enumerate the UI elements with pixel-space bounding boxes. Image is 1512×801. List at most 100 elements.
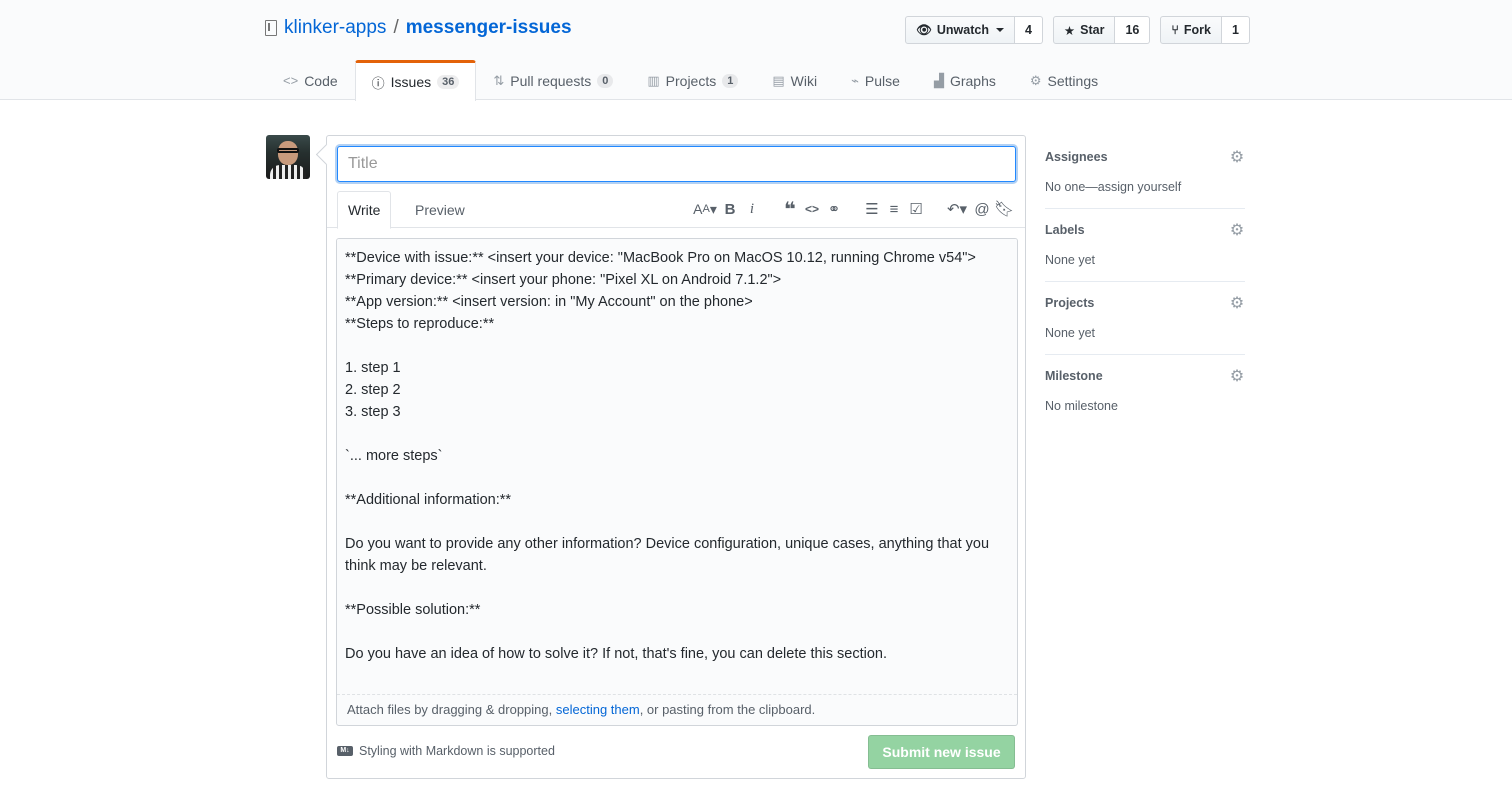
- avatar-glasses: [277, 148, 299, 153]
- pulse-icon: ⌁: [851, 72, 859, 88]
- tab-count: 1: [722, 73, 739, 88]
- repo-owner-link[interactable]: klinker-apps: [284, 17, 386, 39]
- numbered-list-icon[interactable]: ≡: [883, 197, 905, 221]
- star-label: Star: [1080, 23, 1105, 37]
- avatar[interactable]: [266, 135, 310, 179]
- repo-icon: [265, 20, 277, 36]
- tab-settings[interactable]: ⚙ Settings: [1013, 60, 1115, 100]
- tab-count: 0: [597, 73, 614, 88]
- tab-issues[interactable]: ⓘ Issues 36: [354, 60, 477, 101]
- project-icon: ▥: [647, 72, 660, 88]
- markdown-note-text[interactable]: Styling with Markdown is supported: [359, 744, 555, 758]
- quote-icon[interactable]: ❝: [779, 197, 801, 221]
- issue-icon: ⓘ: [371, 75, 385, 91]
- issue-body-editor: **Device with issue:** <insert your devi…: [336, 238, 1018, 726]
- projects-value: None yet: [1045, 326, 1096, 340]
- tab-projects[interactable]: ▥ Projects 1: [630, 60, 755, 100]
- tab-pulse[interactable]: ⌁ Pulse: [834, 60, 917, 100]
- attach-prefix: Attach files by dragging & dropping,: [347, 702, 556, 717]
- link-icon[interactable]: ⚭: [823, 197, 845, 221]
- labels-section: Labels ⚙ None yet: [1045, 223, 1245, 282]
- repo-title: klinker-apps / messenger-issues: [265, 17, 572, 39]
- bold-icon[interactable]: B: [719, 197, 741, 221]
- repo-actions: 👁 Unwatch 4 ★ Star 16 ⑂ Fork 1: [905, 16, 1250, 44]
- star-button[interactable]: ★ Star: [1052, 16, 1116, 44]
- fork-icon: ⑂: [1171, 23, 1179, 37]
- labels-value: None yet: [1045, 253, 1096, 267]
- mention-icon[interactable]: @: [971, 197, 993, 221]
- gear-icon[interactable]: ⚙: [1229, 296, 1245, 312]
- select-files-link[interactable]: selecting them: [556, 702, 640, 717]
- assign-yourself-link[interactable]: No one—assign yourself: [1045, 180, 1245, 194]
- repo-header: klinker-apps / messenger-issues 👁 Unwatc…: [0, 0, 1512, 101]
- issue-title-input[interactable]: [337, 146, 1016, 182]
- issue-body-textarea[interactable]: **Device with issue:** <insert your devi…: [337, 239, 1017, 695]
- projects-section: Projects ⚙ None yet: [1045, 296, 1245, 355]
- unwatch-label: Unwatch: [936, 23, 989, 37]
- gear-icon[interactable]: ⚙: [1229, 150, 1245, 166]
- pull-request-icon: ⇅: [493, 72, 505, 88]
- submit-new-issue-button[interactable]: Submit new issue: [868, 735, 1015, 769]
- tab-count: 36: [437, 75, 460, 89]
- star-group: ★ Star 16: [1052, 16, 1151, 44]
- milestone-value: No milestone: [1045, 399, 1118, 413]
- tab-label: Issues: [390, 74, 432, 90]
- tab-graphs[interactable]: ▟ Graphs: [917, 60, 1013, 100]
- tab-preview[interactable]: Preview: [405, 191, 475, 228]
- tab-pull-requests[interactable]: ⇅ Pull requests 0: [476, 60, 630, 100]
- star-icon: ★: [1063, 23, 1076, 38]
- tab-label: Projects: [665, 72, 717, 89]
- fork-label: Fork: [1183, 23, 1211, 37]
- tab-wiki[interactable]: ▤ Wiki: [755, 60, 834, 100]
- forks-count[interactable]: 1: [1221, 16, 1250, 44]
- tab-code[interactable]: <> Code: [266, 60, 355, 100]
- gear-icon[interactable]: ⚙: [1229, 369, 1245, 385]
- avatar-face: [278, 141, 298, 165]
- repo-separator: /: [393, 17, 399, 38]
- watch-group: 👁 Unwatch 4: [905, 16, 1043, 44]
- code-icon[interactable]: <>: [801, 197, 823, 221]
- markdown-icon: M↓: [337, 746, 353, 756]
- milestone-heading: Milestone: [1045, 369, 1103, 383]
- tab-label: Pulse: [864, 72, 900, 89]
- eye-icon: 👁: [916, 22, 932, 37]
- text-size-icon[interactable]: A A ▾: [691, 197, 719, 221]
- gear-icon[interactable]: ⚙: [1229, 223, 1245, 239]
- stargazers-count[interactable]: 16: [1115, 16, 1151, 44]
- assignees-section: Assignees ⚙ No one—assign yourself: [1045, 150, 1245, 209]
- repo-nav: <> Code ⓘ Issues 36 ⇅ Pull requests 0 ▥ …: [266, 60, 1115, 101]
- new-issue-form: Write Preview AA▾ B i ❝ <> ⚭ ☰ ≡ ☑ ↶▾ @ …: [326, 135, 1026, 779]
- caret-down-icon: [995, 28, 1004, 32]
- issue-sidebar: Assignees ⚙ No one—assign yourself Label…: [1045, 150, 1245, 441]
- tab-label: Graphs: [949, 72, 996, 89]
- unwatch-button[interactable]: 👁 Unwatch: [905, 16, 1015, 44]
- bookmark-icon[interactable]: 🔖︎: [993, 197, 1015, 221]
- labels-heading: Labels: [1045, 223, 1085, 237]
- markdown-note: M↓ Styling with Markdown is supported: [337, 744, 555, 758]
- fork-button[interactable]: ⑂ Fork: [1160, 16, 1222, 44]
- book-icon: ▤: [772, 72, 785, 88]
- code-icon: <>: [283, 73, 299, 88]
- italic-icon[interactable]: i: [741, 197, 763, 221]
- avatar-shirt: [270, 165, 306, 179]
- attach-suffix: , or pasting from the clipboard.: [639, 702, 816, 717]
- assignees-heading: Assignees: [1045, 150, 1108, 164]
- repo-name-link[interactable]: messenger-issues: [406, 17, 572, 39]
- tab-label: Wiki: [790, 72, 818, 89]
- task-list-icon[interactable]: ☑: [905, 197, 927, 221]
- watchers-count[interactable]: 4: [1014, 16, 1043, 44]
- milestone-section: Milestone ⚙ No milestone: [1045, 369, 1245, 427]
- gear-icon: ⚙: [1029, 72, 1042, 88]
- tab-label: Settings: [1047, 72, 1099, 89]
- editor-tabs: Write Preview A A ▾ B i ❝ <> ⚭ ☰ ≡ ☑ ↶▾ @ …: [327, 191, 1025, 229]
- bullet-list-icon[interactable]: ☰: [861, 197, 883, 221]
- projects-heading: Projects: [1045, 296, 1095, 310]
- reply-icon[interactable]: ↶▾: [943, 197, 971, 221]
- tab-label: Code: [304, 72, 338, 89]
- graph-icon: ▟: [933, 72, 944, 88]
- markdown-toolbar: A A ▾ B i ❝ <> ⚭ ☰ ≡ ☑ ↶▾ @ 🔖︎: [691, 197, 1015, 221]
- tab-label: Pull requests: [510, 72, 592, 89]
- tab-write[interactable]: Write: [337, 191, 392, 229]
- attach-files-note: Attach files by dragging & dropping, sel…: [337, 702, 1017, 717]
- fork-group: ⑂ Fork 1: [1160, 16, 1250, 44]
